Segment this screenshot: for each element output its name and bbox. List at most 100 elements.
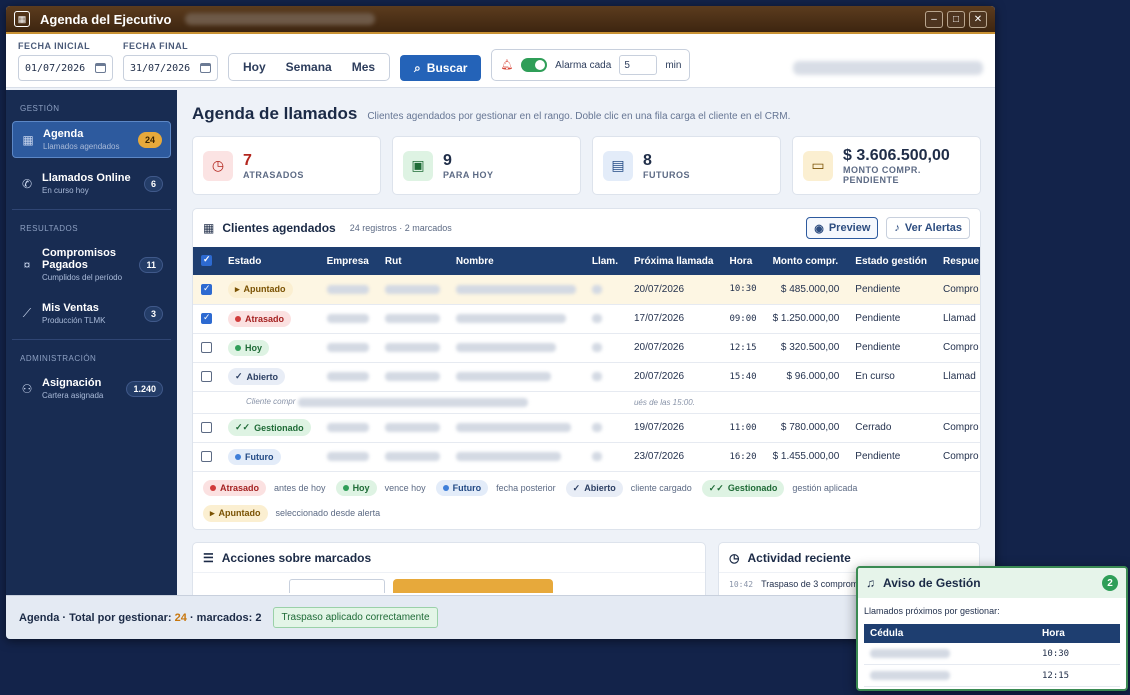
calendar-picker-icon[interactable] <box>200 63 211 73</box>
row-checkbox[interactable] <box>201 312 212 324</box>
redacted-cell <box>591 284 602 294</box>
cell-gestion: Pendiente <box>847 304 935 334</box>
minimize-button[interactable]: – <box>925 10 943 28</box>
table-row[interactable]: ✓✓ Gestionado 19/07/2026 11:00 $ 780.000… <box>193 413 980 443</box>
sidebar-item-asignacion[interactable]: ⚇ Asignación Cartera asignada 1.240 <box>12 371 171 406</box>
col-estado[interactable]: Estado <box>220 247 319 275</box>
legend-pill: Futuro <box>435 480 489 496</box>
cell-monto: $ 320.500,00 <box>764 333 848 363</box>
acciones-apply-button[interactable] <box>393 579 553 593</box>
col-llamadas[interactable]: Llam. <box>584 247 626 275</box>
col-monto[interactable]: Monto compr. <box>765 247 848 275</box>
close-button[interactable]: ✕ <box>969 10 987 28</box>
cell-respuesta: Compro <box>934 275 980 305</box>
main-content: Agenda de llamados Clientes agendados po… <box>177 90 995 602</box>
row-checkbox[interactable] <box>201 450 212 462</box>
select-all-checkbox[interactable] <box>201 254 212 267</box>
table-row[interactable]: ▸ Apuntado 20/07/2026 10:30 $ 485.000,00… <box>193 275 980 305</box>
sidebar-item-agenda[interactable]: ▦ Agenda Llamados agendados 24 <box>12 121 171 158</box>
table-row[interactable]: Futuro 23/07/2026 16:20 $ 1.455.000,00 P… <box>193 442 980 472</box>
row-checkbox[interactable] <box>201 421 212 433</box>
cell-respuesta: Compro <box>934 442 980 472</box>
kpi-para-hoy: ▣ 9 PARA HOY <box>392 136 581 195</box>
cell-fecha: 20/07/2026 <box>625 275 722 305</box>
buscar-button[interactable]: ⌕ Buscar <box>400 55 482 81</box>
preview-button[interactable]: ◉ Preview <box>806 217 879 239</box>
table-row[interactable]: ✓ Abierto 20/07/2026 15:40 $ 96.000,00 E… <box>193 362 980 392</box>
table-row[interactable]: Hoy 20/07/2026 12:15 $ 320.500,00 Pendie… <box>193 333 980 363</box>
legend-desc: fecha posterior <box>496 483 556 493</box>
col-proxima[interactable]: Próxima llamada <box>626 247 721 275</box>
sidebar-item-llamados-online[interactable]: ✆ Llamados Online En curso hoy 6 <box>12 166 171 201</box>
cell-respuesta: Compro <box>934 413 980 443</box>
sidebar-section-admin: ADMINISTRACIÓN <box>20 354 97 363</box>
toast-badge: 2 <box>1102 575 1118 591</box>
status-legend: Atrasado antes de hoy Hoy vence hoy Futuro… <box>193 472 980 522</box>
status-badge: ▸ Apuntado <box>228 280 293 298</box>
col-respuesta[interactable]: Respue <box>935 247 980 275</box>
cell-fecha: 20/07/2026 <box>625 333 722 363</box>
aviso-gestion-toast[interactable]: ♫ Aviso de Gestión 2 Llamados próximos p… <box>856 566 1128 691</box>
cell-fecha: 20/07/2026 <box>625 362 722 392</box>
kpi-row: ◷ 7 ATRASADOS ▣ 9 PARA HOY ▤ 8 FUTUROS ▭ $ … <box>192 136 981 195</box>
cell-respuesta: Compro <box>934 333 980 363</box>
sidebar-item-sub: Llamados agendados <box>43 142 120 151</box>
col-estado-gestion[interactable]: Estado gestión <box>847 247 935 275</box>
redacted-cell <box>591 313 602 323</box>
redacted-cell <box>455 422 571 432</box>
alarm-toggle[interactable] <box>521 58 548 72</box>
buscar-label: Buscar <box>426 61 468 75</box>
col-empresa[interactable]: Empresa <box>319 247 377 275</box>
calendar-picker-icon[interactable] <box>95 63 106 73</box>
toast-hora: 10:30 <box>1036 643 1120 665</box>
kpi-atrasados: ◷ 7 ATRASADOS <box>192 136 381 195</box>
ver-alertas-button[interactable]: ♪ Ver Alertas <box>886 217 970 239</box>
row-checkbox[interactable] <box>201 370 212 382</box>
actividad-title: Actividad reciente <box>747 550 851 565</box>
activity-text: Traspaso de 3 comprom <box>761 579 859 589</box>
toast-title: Aviso de Gestión <box>883 576 981 590</box>
sidebar-item-label: Asignación <box>42 377 102 389</box>
calendar-check-icon: ▣ <box>403 150 433 181</box>
redacted-cell <box>591 422 602 432</box>
acciones-panel: ☰ Acciones sobre marcados <box>192 542 706 602</box>
toast-row[interactable]: 12:15 <box>864 664 1120 687</box>
table-row[interactable]: Atrasado 17/07/2026 09:00 $ 1.250.000,00… <box>193 304 980 334</box>
acciones-select[interactable] <box>289 579 385 593</box>
cell-hora: 15:40 <box>721 362 765 392</box>
fecha-inicial-input[interactable]: 01/07/2026 <box>18 55 113 81</box>
redacted-cell <box>591 371 602 381</box>
sidebar-item-compromisos[interactable]: ¤ Compromisos Pagados Cumplidos del perío… <box>12 241 171 288</box>
sidebar-badge: 1.240 <box>126 380 163 397</box>
clock-icon: ◷ <box>729 550 740 565</box>
legend-desc: vence hoy <box>384 483 426 493</box>
calendar-icon: ▦ <box>203 221 215 235</box>
col-hora: Hora <box>1036 624 1120 643</box>
cell-respuesta: Llamad <box>934 362 980 392</box>
row-checkbox[interactable] <box>201 283 212 295</box>
alarm-minutes-input[interactable]: 5 <box>619 55 658 75</box>
maximize-button[interactable]: □ <box>947 10 965 28</box>
toast-table: Cédula Hora 10:30 12:15 <box>864 624 1120 687</box>
toast-row[interactable]: 10:30 <box>864 643 1120 665</box>
sidebar-item-mis-ventas[interactable]: ⟋ Mis Ventas Producción TLMK 3 <box>12 296 171 331</box>
legend-desc: cliente cargado <box>630 483 692 493</box>
range-semana-button[interactable]: Semana <box>276 60 342 74</box>
col-hora[interactable]: Hora <box>721 247 764 275</box>
cash-icon: ▭ <box>803 150 833 181</box>
range-hoy-button[interactable]: Hoy <box>233 60 276 74</box>
cell-hora: 10:30 <box>721 275 765 305</box>
col-rut[interactable]: Rut <box>377 247 448 275</box>
sidebar-divider <box>12 339 171 340</box>
calendar-icon: ▦ <box>22 132 34 147</box>
status-badge: Hoy <box>228 339 270 356</box>
fecha-final-input[interactable]: 31/07/2026 <box>123 55 218 81</box>
row-checkbox[interactable] <box>201 341 212 353</box>
preview-label: Preview <box>828 222 871 234</box>
alarm-label: Alarma cada <box>555 59 612 71</box>
col-nombre[interactable]: Nombre <box>448 247 584 275</box>
range-mes-button[interactable]: Mes <box>342 60 385 74</box>
redacted-cell <box>870 648 950 658</box>
phone-icon: ✆ <box>21 176 33 191</box>
money-icon: ¤ <box>23 257 31 272</box>
